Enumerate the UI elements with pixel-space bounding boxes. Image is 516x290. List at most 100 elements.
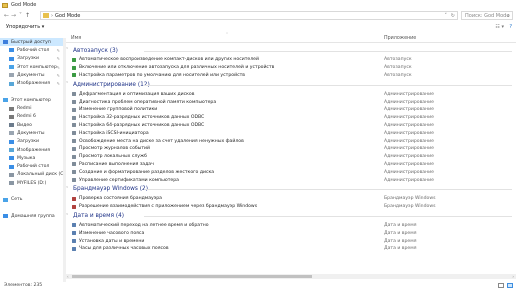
- chevron-down-icon[interactable]: ˅: [445, 12, 448, 20]
- organize-button[interactable]: Упорядочить ▾: [6, 24, 44, 30]
- nav-item[interactable]: Redmi: [0, 104, 64, 112]
- control-panel-item-icon: [72, 146, 76, 151]
- views-button[interactable]: ☷ ▾: [495, 24, 504, 30]
- list-item[interactable]: Освобождение места на диске за счет удал…: [66, 137, 516, 145]
- list-item[interactable]: Настройка iSCSI-инициатора Администрирова…: [66, 129, 516, 137]
- list-item[interactable]: Дефрагментация и оптимизация ваших диско…: [66, 90, 516, 98]
- star-icon: [3, 40, 8, 45]
- chevron-down-icon[interactable]: ˅: [66, 187, 71, 192]
- list-item[interactable]: Настройка 64-разрядных источников данных…: [66, 122, 516, 130]
- nav-item[interactable]: Сеть: [0, 196, 64, 204]
- nav-item[interactable]: Быстрый доступ: [0, 38, 64, 47]
- list-item[interactable]: Включение или отключение автозапуска для…: [66, 64, 516, 72]
- column-app[interactable]: Приложение: [384, 36, 416, 41]
- large-icons-view-icon[interactable]: [507, 283, 513, 288]
- search-input[interactable]: Поиск: God Mode ⌕: [461, 11, 513, 20]
- list-item[interactable]: Создание и форматирование разделов жестк…: [66, 168, 516, 176]
- nav-item[interactable]: Рабочий стол ✎: [0, 46, 64, 54]
- up-button[interactable]: ↑: [24, 12, 31, 20]
- nav-item[interactable]: Документы ✎: [0, 71, 64, 79]
- nav-item[interactable]: Рабочий стол: [0, 162, 64, 170]
- control-panel-item-icon: [72, 162, 76, 167]
- item-name: Изменение часового пояса: [79, 230, 145, 236]
- scroll-right-icon[interactable]: ›: [512, 274, 514, 279]
- item-name: Разрешение взаимодействия с приложением …: [79, 204, 258, 210]
- group-title: Брандмауэр Windows (2): [73, 186, 148, 193]
- details-view-icon[interactable]: [498, 283, 504, 288]
- control-panel-item-icon: [72, 65, 76, 70]
- pin-icon: ✎: [56, 64, 60, 70]
- nav-item[interactable]: Загрузки ✎: [0, 55, 64, 63]
- group-divider: [144, 50, 512, 52]
- list-item[interactable]: Настройка параметров по умолчанию для но…: [66, 72, 516, 80]
- breadcrumb[interactable]: God Mode: [55, 13, 80, 19]
- chevron-down-icon[interactable]: ˅: [66, 82, 71, 87]
- nav-item[interactable]: Домашняя группа: [0, 212, 64, 220]
- item-name: Настройка параметров по умолчанию для но…: [79, 72, 245, 78]
- scrollbar-thumb[interactable]: [72, 275, 312, 278]
- nav-item[interactable]: Документы: [0, 129, 64, 137]
- control-panel-item-icon: [72, 57, 76, 62]
- list-item[interactable]: Просмотр журналов событий Администрирован…: [66, 145, 516, 153]
- forward-button[interactable]: →: [10, 12, 17, 20]
- pin-icon: ✎: [56, 47, 60, 53]
- list-item[interactable]: Настройка 32-разрядных источников данных…: [66, 114, 516, 122]
- breadcrumb-separator: ›: [51, 12, 53, 19]
- column-name[interactable]: Имя: [71, 36, 81, 41]
- item-app: Администрирование: [384, 177, 434, 183]
- item-name: Изменение групповой политики: [79, 107, 158, 113]
- list-item[interactable]: Изменение групповой политики Администриро…: [66, 106, 516, 114]
- horizontal-scrollbar[interactable]: ‹ ›: [66, 274, 516, 279]
- nav-item[interactable]: Музыка: [0, 154, 64, 162]
- list-item[interactable]: Диагностика проблем оперативной памяти к…: [66, 98, 516, 106]
- nav-item-label: Рабочий стол: [17, 164, 50, 170]
- nav-item[interactable]: Загрузки: [0, 138, 64, 146]
- list-item[interactable]: Автоматический переход на летнее время и…: [66, 222, 516, 230]
- nav-item[interactable]: Изображения ✎: [0, 79, 64, 87]
- nav-item[interactable]: Видео: [0, 121, 64, 129]
- control-panel-item-icon: [72, 204, 76, 209]
- item-name: Часы для различных часовых поясов: [79, 246, 169, 252]
- list-item[interactable]: Часы для различных часовых поясов Дата и …: [66, 245, 516, 253]
- list-item[interactable]: Установка даты и времени Дата и время: [66, 237, 516, 245]
- nav-item-label: Изображения: [17, 81, 50, 87]
- chevron-down-icon[interactable]: ˅: [66, 214, 71, 219]
- recent-locations-button[interactable]: ˅: [17, 12, 24, 20]
- list-item[interactable]: Автоматическое воспроизведение компакт-д…: [66, 56, 516, 64]
- chevron-down-icon[interactable]: ˅: [66, 48, 71, 53]
- item-app: Дата и время: [384, 238, 417, 244]
- list-item[interactable]: Управление сертификатами компьютера Админ…: [66, 176, 516, 184]
- download-icon: [9, 139, 14, 144]
- group-title: Дата и время (4): [73, 213, 125, 220]
- back-button[interactable]: ←: [3, 12, 10, 20]
- refresh-icon[interactable]: ↻: [451, 12, 455, 20]
- pictures-icon: [9, 148, 14, 152]
- nav-item[interactable]: Этот компьютер ✎: [0, 63, 64, 71]
- group-header[interactable]: ˅ Дата и время (4): [66, 211, 516, 222]
- nav-item-label: Рабочий стол: [17, 47, 50, 53]
- control-panel-item-icon: [72, 100, 76, 105]
- nav-item[interactable]: Redmi 6: [0, 113, 64, 121]
- item-count: Элементов: 235: [4, 283, 43, 288]
- list-item[interactable]: Проверка состояния брандмауэра Брандмауэр…: [66, 195, 516, 203]
- help-icon[interactable]: ?: [509, 24, 512, 30]
- nav-item[interactable]: Локальный диск (C: [0, 171, 64, 179]
- group-header[interactable]: ˅ Брандмауэр Windows (2): [66, 184, 516, 195]
- pictures-icon: [9, 81, 14, 86]
- phone-icon: [9, 106, 14, 111]
- group-header[interactable]: ˅ Автозапуск (3): [66, 45, 516, 56]
- item-name: Дефрагментация и оптимизация ваших диско…: [79, 91, 195, 97]
- list-item[interactable]: Расписание выполнения задач Администриров…: [66, 161, 516, 169]
- path-field[interactable]: › God Mode ˅ ↻: [40, 11, 458, 20]
- nav-item[interactable]: MYFILES (D:): [0, 179, 64, 187]
- nav-item[interactable]: Изображения: [0, 146, 64, 154]
- item-app: Администрирование: [384, 115, 434, 121]
- scroll-left-icon[interactable]: ‹: [67, 274, 69, 279]
- list-item[interactable]: Разрешение взаимодействия с приложением …: [66, 203, 516, 211]
- item-app: Автозапуск: [384, 72, 412, 78]
- item-app: Администрирование: [384, 99, 434, 105]
- nav-item[interactable]: Этот компьютер: [0, 96, 64, 104]
- list-item[interactable]: Изменение часового пояса Дата и время: [66, 229, 516, 237]
- group-header[interactable]: ˅ Администрирование (12): [66, 79, 516, 90]
- list-item[interactable]: Просмотр локальных служб Администрировани…: [66, 153, 516, 161]
